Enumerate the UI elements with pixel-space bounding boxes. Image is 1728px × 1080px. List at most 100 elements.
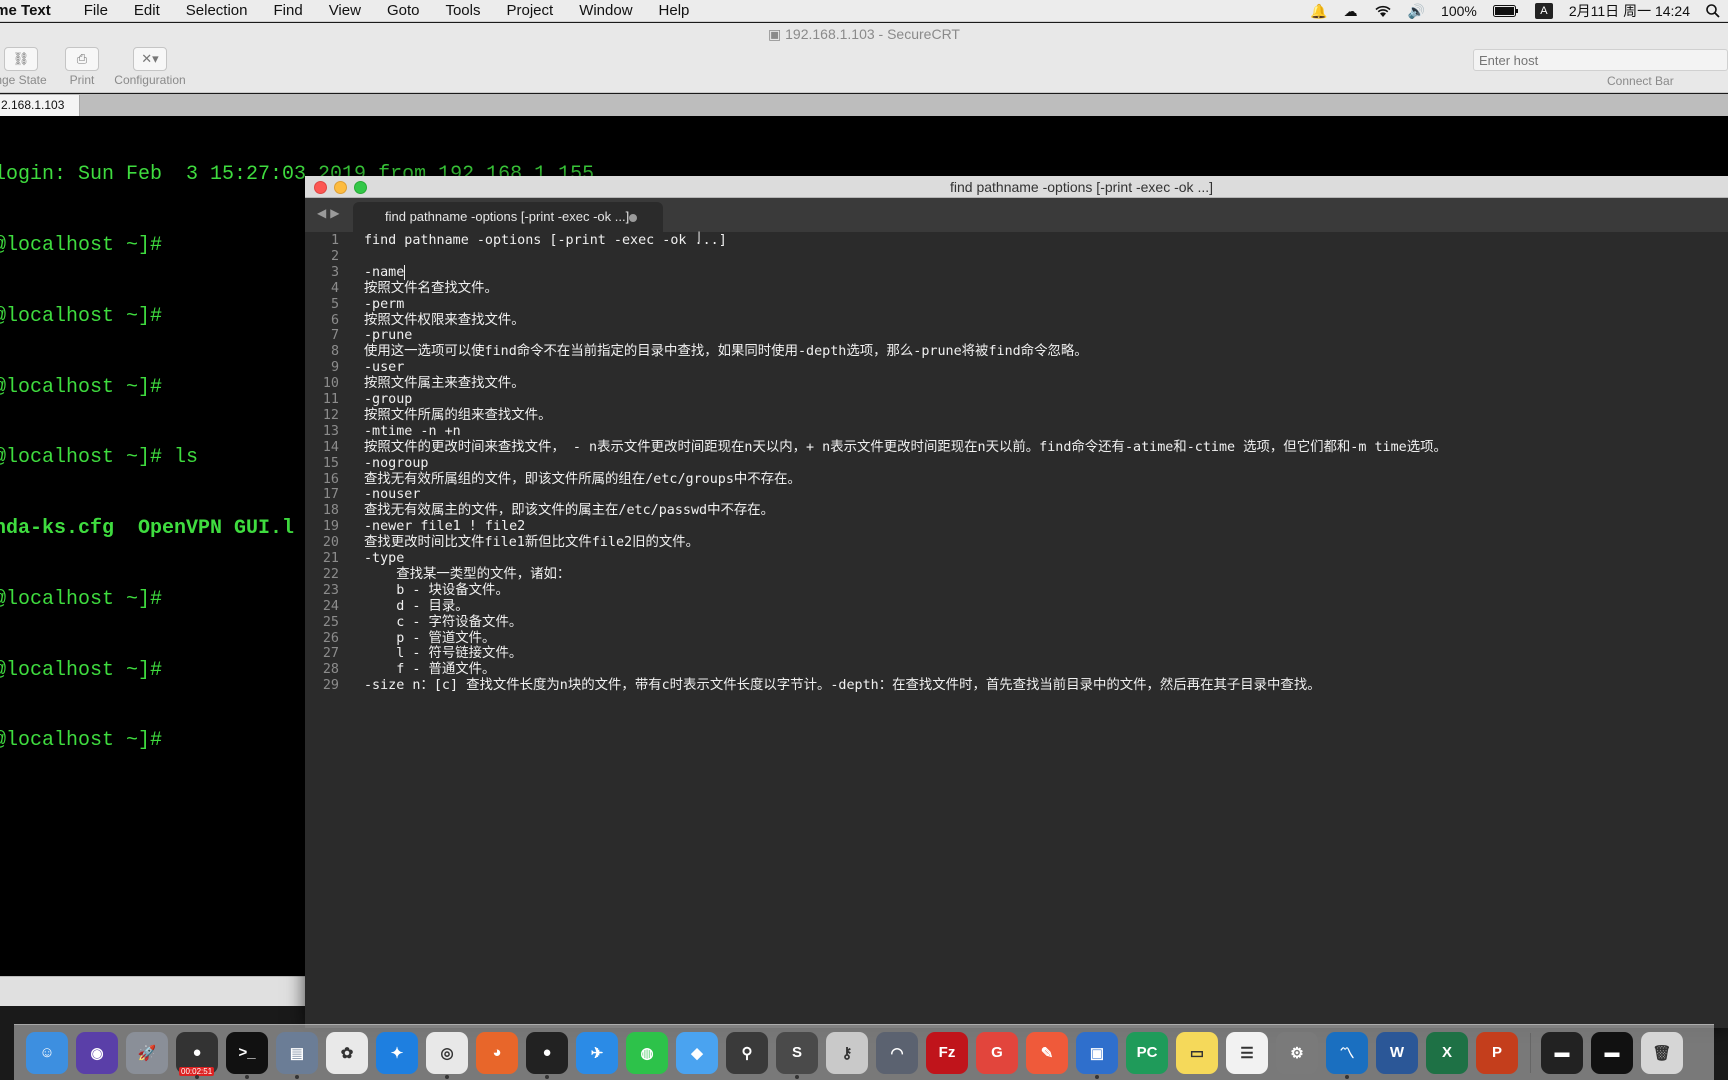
menu-tools[interactable]: Tools [432,2,493,19]
text-cursor [404,265,405,280]
dock-glyph: ✦ [391,1044,404,1062]
dock-glyph: P [1492,1044,1502,1061]
git-icon[interactable]: G [976,1032,1018,1074]
code-line: 21-type [305,550,1728,568]
menu-edit[interactable]: Edit [121,2,173,19]
code-text: 按照文件所属的组来查找文件。 [364,407,551,425]
line-number: 10 [305,375,339,393]
line-number: 7 [305,327,339,345]
code-line: 23 b - 块设备文件。 [305,582,1728,600]
filezilla-icon[interactable]: Fz [926,1032,968,1074]
wechat-icon[interactable]: ◍ [626,1032,668,1074]
pencil-app-icon[interactable]: ✎ [1026,1032,1068,1074]
feishu-icon[interactable]: ✈ [576,1032,618,1074]
notification-bell-icon[interactable]: 🔔 [1310,3,1327,20]
screen-recorder-icon[interactable]: ●00:02:51 [176,1032,218,1074]
print-button[interactable]: ⎙ Print [64,47,100,87]
chrome-icon[interactable]: ◎ [426,1032,468,1074]
code-text: 使用这一选项可以使find命令不在当前指定的目录中查找，如果同时使用-depth… [364,343,1088,361]
vpn-icon[interactable]: ◠ [876,1032,918,1074]
qq-icon[interactable]: ● [526,1032,568,1074]
volume-icon[interactable]: 🔊 [1408,3,1425,20]
line-number: 17 [305,486,339,504]
menu-selection[interactable]: Selection [173,2,261,19]
dock-glyph: ◍ [640,1044,653,1062]
menu-help[interactable]: Help [646,2,703,19]
configuration-button[interactable]: ✕▾ Configuration [108,47,192,87]
menu-goto[interactable]: Goto [374,2,433,19]
finder-icon[interactable]: ☺ [26,1032,68,1074]
code-line: 15-nogroup [305,455,1728,473]
input-method-icon[interactable]: A [1535,3,1553,19]
dock: ☺◉🚀●00:02:51>_▤✿ ✦ ◎ ◕ ● ✈ ◍ ◆⚲S⚷◠FzG✎▣PC▭ ☰ ⚙〽WX… [14,1024,1714,1080]
unsaved-dot-icon[interactable] [629,214,637,222]
code-line: 6按照文件权限来查找文件。 [305,312,1728,330]
status-menus: 🔔 ☁ 🔊 100% A 2月11日 周一 14:24 [1302,0,1728,22]
siri-icon[interactable]: ◉ [76,1032,118,1074]
menu-window[interactable]: Window [566,2,645,19]
menu-view[interactable]: View [316,2,374,19]
tab-nav-arrows-icon[interactable]: ◀▶ [317,206,343,220]
terminal-icon[interactable]: >_ [226,1032,268,1074]
battery-icon[interactable] [1493,5,1519,17]
menu-file[interactable]: File [71,2,121,19]
dingtalk-icon[interactable]: ◆ [676,1032,718,1074]
firefox-icon[interactable]: ◕ [476,1032,518,1074]
spotlight-search-icon[interactable] [1706,4,1720,18]
notes-icon[interactable]: ▭ [1176,1032,1218,1074]
dock-glyph: ● [542,1044,551,1061]
wifi-icon[interactable] [1374,4,1392,18]
keychain-icon[interactable]: ⚷ [826,1032,868,1074]
close-window-button[interactable] [314,181,327,194]
editor-tab[interactable]: find pathname -options [-print -exec -ok… [353,202,663,232]
trash-icon[interactable]: 🗑 [1641,1032,1683,1074]
menu-project[interactable]: Project [494,2,567,19]
line-number: 29 [305,677,339,695]
cloud-hat-icon[interactable]: ☁ [1344,3,1358,20]
code-text: -prune [364,327,412,345]
code-text: 查找无有效属主的文件，即该文件的属主在/etc/passwd中不存在。 [364,502,774,520]
alfred-icon[interactable]: ⚲ [726,1032,768,1074]
code-line: 18查找无有效属主的文件，即该文件的属主在/etc/passwd中不存在。 [305,502,1728,520]
powerpoint-icon[interactable]: P [1476,1032,1518,1074]
line-number: 11 [305,391,339,409]
dock-glyph: ✈ [591,1044,604,1062]
terminal-scrollbar[interactable] [0,976,306,1006]
line-number: 2 [305,248,339,266]
code-line: 10按照文件属主来查找文件。 [305,375,1728,393]
dock-glyph: ◎ [440,1044,453,1062]
reminders-icon[interactable]: ☰ [1226,1032,1268,1074]
line-number: 15 [305,455,339,473]
pycharm-icon[interactable]: PC [1126,1032,1168,1074]
minimized-terminal-icon[interactable]: ▬ [1591,1032,1633,1074]
host-input[interactable] [1473,49,1728,71]
dock-glyph: ☰ [1240,1044,1253,1062]
safari-icon[interactable]: ✦ [376,1032,418,1074]
word-icon[interactable]: W [1376,1032,1418,1074]
photos-icon[interactable]: ✿ [326,1032,368,1074]
clock[interactable]: 2月11日 周一 14:24 [1569,1,1690,21]
line-number: 28 [305,661,339,679]
sublime-text-icon[interactable]: S [776,1032,818,1074]
zoom-window-button[interactable] [354,181,367,194]
menu-find[interactable]: Find [261,2,316,19]
intel-power-gadget-icon[interactable]: 〽 [1326,1032,1368,1074]
sublime-titlebar: find pathname -options [-print -exec -ok… [305,176,1728,198]
excel-icon[interactable]: X [1426,1032,1468,1074]
minimized-window-icon[interactable]: ▬ [1541,1032,1583,1074]
line-number: 20 [305,534,339,552]
change-state-button[interactable]: ⛓ nge State [0,47,56,87]
running-indicator [1345,1075,1349,1079]
launchpad-icon[interactable]: 🚀 [126,1032,168,1074]
app-menu[interactable]: ime Text [0,2,71,19]
running-indicator [445,1075,449,1079]
system-preferences-icon[interactable]: ⚙ [1276,1032,1318,1074]
network-icon[interactable]: ▣ [1076,1032,1118,1074]
dock-glyph: ● [192,1044,201,1061]
dock-separator [1530,1033,1531,1073]
minimize-window-button[interactable] [334,181,347,194]
editor-area[interactable]: 1find pathname -options [-print -exec -o… [305,232,1728,1028]
session-tab[interactable]: 2.168.1.103 [0,95,80,116]
preview-icon[interactable]: ▤ [276,1032,318,1074]
configuration-label: Configuration [114,73,185,87]
